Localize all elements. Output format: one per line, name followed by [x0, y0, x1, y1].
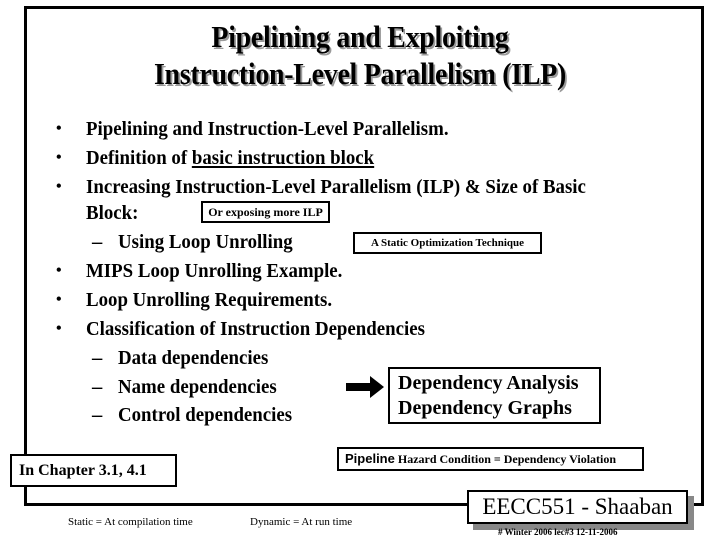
- slide-info: # Winter 2006 lec#3 12-11-2006: [498, 527, 618, 537]
- bullet-text: Using Loop Unrolling: [118, 231, 293, 253]
- dash-marker: –: [92, 404, 103, 426]
- bullet-marker: •: [56, 149, 62, 166]
- bullet-marker: •: [56, 178, 62, 195]
- static-technique-note: A Static Optimization Technique: [353, 232, 542, 254]
- dependency-graphs-label: Dependency Graphs: [398, 397, 572, 419]
- hazard-condition-note: Pipeline Hazard Condition = Dependency V…: [337, 447, 644, 471]
- title-line-2: Instruction-Level Parallelism (ILP): [153, 56, 567, 91]
- title-line-1: Pipelining and Exploiting: [211, 19, 509, 54]
- dash-marker: –: [92, 376, 103, 398]
- bullet-text: Classification of Instruction Dependenci…: [86, 318, 425, 340]
- dependency-analysis-label: Dependency Analysis: [398, 372, 579, 394]
- pipeline-word: Pipeline: [345, 451, 395, 466]
- static-definition: Static = At compilation time: [68, 516, 193, 528]
- dash-marker: –: [92, 347, 103, 369]
- dynamic-definition: Dynamic = At run time: [250, 516, 353, 528]
- hazard-text: Hazard Condition = Dependency Violation: [394, 452, 617, 466]
- basic-block-term: basic instruction block: [191, 147, 375, 169]
- bullet-marker: •: [56, 262, 62, 279]
- bullet-marker: •: [56, 320, 62, 337]
- course-label: EECC551 - Shaaban: [467, 490, 688, 524]
- bullet-text: Loop Unrolling Requirements.: [86, 289, 333, 311]
- bullet-text: MIPS Loop Unrolling Example.: [86, 260, 343, 282]
- exposing-ilp-note: Or exposing more ILP: [201, 201, 330, 223]
- bullet-text: Data dependencies: [118, 347, 269, 369]
- bullet-marker: •: [56, 291, 62, 308]
- bullet-text: Name dependencies: [118, 376, 277, 398]
- bullet-text: Definition of basic instruction block: [86, 145, 374, 171]
- bullet-text: Block:: [86, 202, 139, 224]
- bullet-text: Control dependencies: [118, 404, 293, 426]
- bullet-text: Increasing Instruction-Level Parallelism…: [86, 176, 586, 198]
- bullet-prefix: Definition of: [86, 147, 192, 169]
- bullet-marker: •: [56, 120, 62, 137]
- slide-title: Pipelining and Exploiting Instruction-Le…: [36, 18, 684, 92]
- right-arrow-icon: [346, 376, 384, 398]
- bullet-text: Pipelining and Instruction-Level Paralle…: [86, 118, 449, 140]
- dash-marker: –: [92, 231, 103, 253]
- dependency-analysis-box: Dependency Analysis Dependency Graphs: [388, 367, 601, 424]
- chapter-reference: In Chapter 3.1, 4.1: [10, 454, 177, 487]
